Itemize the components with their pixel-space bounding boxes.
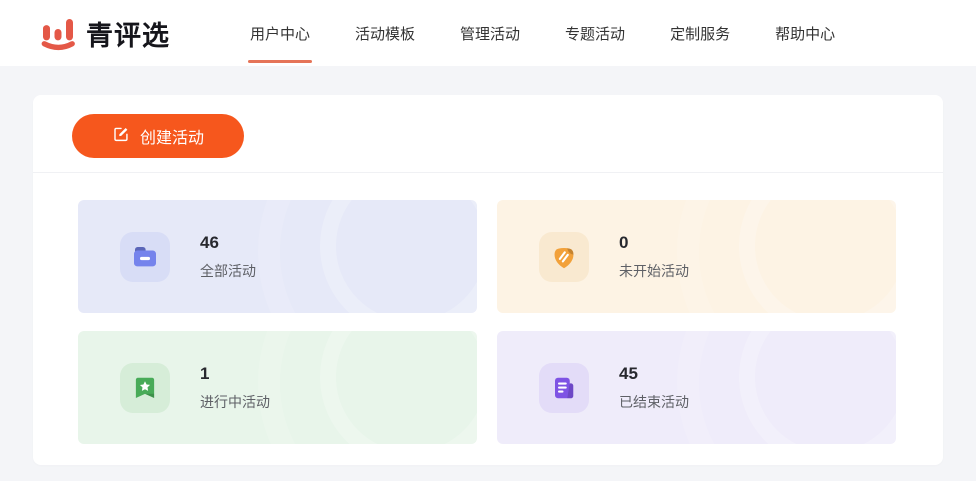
nav-item-2[interactable]: 活动模板: [353, 0, 417, 66]
app-title: 青评选: [86, 20, 170, 51]
create-activity-button[interactable]: 创建活动: [72, 114, 245, 158]
stat-card-2[interactable]: 0 未开始活动: [497, 200, 896, 313]
stat-card-3[interactable]: 1 进行中活动: [78, 331, 477, 444]
nav-item-6[interactable]: 帮助中心: [773, 0, 837, 66]
nav-item-label: 专题活动: [565, 25, 626, 43]
stat-card-1[interactable]: 46 全部活动: [78, 200, 477, 313]
nav-item-5[interactable]: 定制服务: [668, 0, 732, 66]
stat-label: 未开始活动: [619, 262, 689, 279]
stat-label: 进行中活动: [200, 393, 270, 410]
nav-item-label: 帮助中心: [775, 25, 836, 43]
nav-item-label: 活动模板: [355, 25, 416, 43]
bar-chart-logo-icon: [40, 16, 77, 51]
stat-label: 全部活动: [200, 262, 256, 279]
nav-item-3[interactable]: 管理活动: [458, 0, 522, 66]
folder-icon: [120, 231, 170, 282]
nav-item-label: 管理活动: [460, 25, 521, 43]
top-header: 青评选 用户中心 活动模板 管理活动 专题活动 定制服务 帮助中心: [0, 0, 976, 66]
badge-icon: [539, 231, 589, 282]
nav-item-label: 定制服务: [670, 25, 731, 43]
stats-grid: 46 全部活动 0 未开始活动 1 进行中活动 45 已结束活动: [33, 173, 943, 444]
stat-value: 0: [619, 232, 629, 252]
nav-item-1[interactable]: 用户中心: [248, 0, 313, 66]
stat-value: 46: [200, 232, 219, 252]
nav-item-4[interactable]: 专题活动: [563, 0, 627, 66]
app-logo[interactable]: 青评选: [40, 14, 170, 53]
document-icon: [539, 362, 589, 413]
actions-bar: 创建活动: [33, 95, 943, 158]
stat-label: 已结束活动: [619, 393, 689, 410]
stat-card-4[interactable]: 45 已结束活动: [497, 331, 896, 444]
bookmark-star-icon: [120, 362, 170, 413]
dashboard-panel: 创建活动 46 全部活动 0 未开始活动 1 进行中活动 45 已结束活动: [33, 95, 943, 465]
create-activity-button-label: 创建活动: [140, 130, 205, 147]
edit-icon: [112, 125, 130, 148]
stat-value: 1: [200, 363, 210, 383]
nav-item-label: 用户中心: [250, 25, 311, 43]
stat-value: 45: [619, 363, 638, 383]
main-nav: 用户中心 活动模板 管理活动 专题活动 定制服务 帮助中心: [248, 0, 837, 66]
